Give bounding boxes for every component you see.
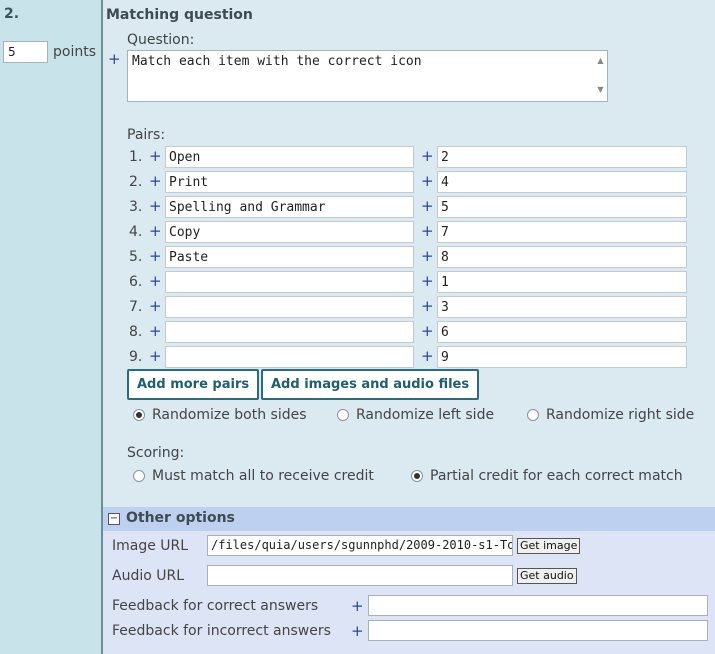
pair-left-input[interactable]	[165, 271, 414, 293]
pair-right-add-icon[interactable]: +	[421, 322, 434, 340]
must-match-all-radio[interactable]	[133, 470, 145, 482]
feedback-correct-input[interactable]	[368, 595, 708, 616]
add-more-pairs-button[interactable]: Add more pairs	[127, 369, 260, 400]
pair-right-add-icon[interactable]: +	[421, 272, 434, 290]
pair-right-input[interactable]	[437, 246, 687, 268]
pair-left-input[interactable]	[165, 321, 414, 343]
pair-left-input[interactable]	[165, 171, 414, 193]
pair-left-add-icon[interactable]: +	[149, 147, 162, 165]
points-input[interactable]	[3, 41, 48, 63]
pair-row: 3. + +	[103, 196, 715, 220]
randomize-right-label[interactable]: Randomize right side	[546, 407, 694, 423]
pairs-label: Pairs:	[127, 127, 166, 143]
feedback-incorrect-label: Feedback for incorrect answers	[112, 623, 331, 639]
pair-left-add-icon[interactable]: +	[149, 347, 162, 365]
audio-url-label: Audio URL	[112, 568, 185, 584]
question-type-title: Matching question	[106, 7, 253, 23]
pair-right-input[interactable]	[437, 171, 687, 193]
pair-left-input[interactable]	[165, 196, 414, 218]
pair-left-add-icon[interactable]: +	[149, 272, 162, 290]
other-options-panel: Image URL /files/quia/users/sgunnphd/200…	[103, 531, 715, 654]
randomize-both-radio[interactable]	[133, 409, 145, 421]
pair-number: 2.	[129, 174, 143, 190]
pair-right-input[interactable]	[437, 321, 687, 343]
pair-left-input[interactable]	[165, 221, 414, 243]
pair-left-input[interactable]	[165, 346, 414, 368]
pair-number: 8.	[129, 324, 143, 340]
pair-row: 5. + +	[103, 246, 715, 270]
partial-credit-label[interactable]: Partial credit for each correct match	[430, 468, 683, 484]
question-textarea[interactable]: Match each item with the correct icon	[127, 50, 608, 102]
pair-right-add-icon[interactable]: +	[421, 297, 434, 315]
feedback-incorrect-add-icon[interactable]: +	[351, 622, 364, 640]
pair-right-add-icon[interactable]: +	[421, 247, 434, 265]
pair-number: 4.	[129, 224, 143, 240]
feedback-correct-add-icon[interactable]: +	[351, 597, 364, 615]
question-label: Question:	[127, 32, 195, 48]
pair-row: 7. + +	[103, 296, 715, 320]
pair-row: 4. + +	[103, 221, 715, 245]
pair-row: 8. + +	[103, 321, 715, 345]
pair-row: 9. + +	[103, 346, 715, 370]
scroll-up-icon[interactable]: ▲	[594, 55, 607, 67]
other-options-header[interactable]: − Other options	[103, 507, 715, 531]
randomize-left-radio[interactable]	[337, 409, 349, 421]
pair-right-add-icon[interactable]: +	[421, 222, 434, 240]
other-options-title: Other options	[126, 510, 235, 526]
partial-credit-radio[interactable]	[411, 470, 423, 482]
randomize-both-label[interactable]: Randomize both sides	[152, 407, 307, 423]
pair-left-input[interactable]	[165, 246, 414, 268]
feedback-correct-label: Feedback for correct answers	[112, 598, 319, 614]
pair-row: 1. + +	[103, 146, 715, 170]
scoring-label: Scoring:	[127, 445, 185, 461]
get-audio-button[interactable]: Get audio	[517, 568, 577, 584]
left-column: 2. points	[0, 0, 101, 654]
image-url-label: Image URL	[112, 538, 189, 554]
pair-left-add-icon[interactable]: +	[149, 322, 162, 340]
pair-right-input[interactable]	[437, 196, 687, 218]
pair-number: 7.	[129, 299, 143, 315]
pair-number: 6.	[129, 274, 143, 290]
pair-row: 2. + +	[103, 171, 715, 195]
pair-right-add-icon[interactable]: +	[421, 172, 434, 190]
pair-right-input[interactable]	[437, 346, 687, 368]
points-label: points	[53, 44, 96, 60]
question-add-media-icon[interactable]: +	[108, 50, 121, 68]
scroll-down-icon[interactable]: ▼	[594, 84, 607, 96]
randomize-left-label[interactable]: Randomize left side	[356, 407, 494, 423]
pair-right-add-icon[interactable]: +	[421, 197, 434, 215]
pair-left-add-icon[interactable]: +	[149, 247, 162, 265]
pair-left-input[interactable]	[165, 296, 414, 318]
pair-left-add-icon[interactable]: +	[149, 297, 162, 315]
pair-right-input[interactable]	[437, 221, 687, 243]
question-number: 2.	[4, 6, 20, 22]
pair-number: 3.	[129, 199, 143, 215]
pair-left-input[interactable]	[165, 146, 414, 168]
image-url-input[interactable]: /files/quia/users/sgunnphd/2009-2010-s1-…	[207, 535, 513, 556]
get-image-button[interactable]: Get image	[517, 538, 581, 554]
pair-left-add-icon[interactable]: +	[149, 172, 162, 190]
pair-number: 9.	[129, 349, 143, 365]
pair-row: 6. + +	[103, 271, 715, 295]
pair-number: 1.	[129, 149, 143, 165]
collapse-icon[interactable]: −	[108, 513, 120, 525]
pair-right-input[interactable]	[437, 271, 687, 293]
pair-right-add-icon[interactable]: +	[421, 347, 434, 365]
pair-number: 5.	[129, 249, 143, 265]
question-editor: Matching question Question: + Match each…	[103, 0, 715, 654]
pair-right-input[interactable]	[437, 146, 687, 168]
pair-right-input[interactable]	[437, 296, 687, 318]
pair-right-add-icon[interactable]: +	[421, 147, 434, 165]
must-match-all-label[interactable]: Must match all to receive credit	[152, 468, 374, 484]
feedback-incorrect-input[interactable]	[368, 620, 708, 641]
pair-left-add-icon[interactable]: +	[149, 197, 162, 215]
add-images-audio-button[interactable]: Add images and audio files	[261, 369, 480, 400]
randomize-right-radio[interactable]	[527, 409, 539, 421]
audio-url-input[interactable]	[207, 565, 513, 586]
pair-left-add-icon[interactable]: +	[149, 222, 162, 240]
